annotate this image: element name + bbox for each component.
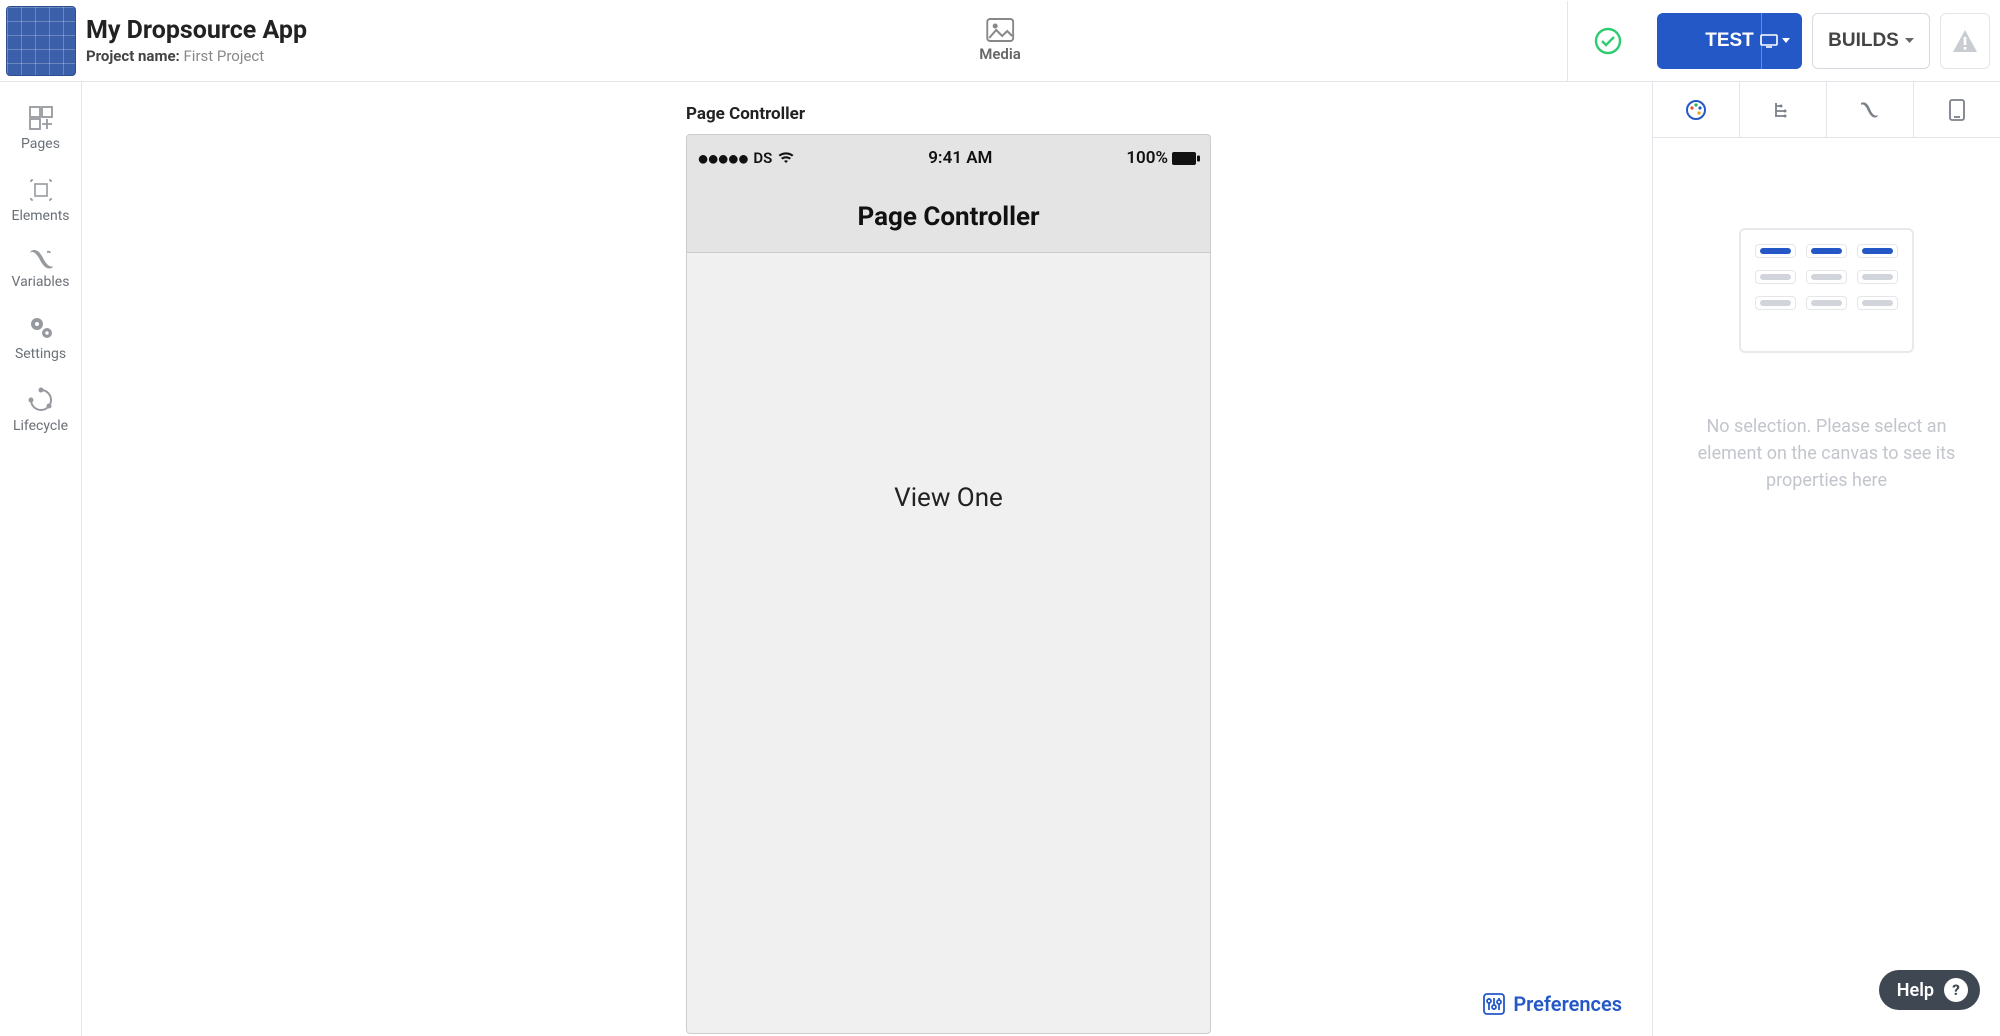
media-label: Media [979,45,1021,63]
sidebar-item-label: Elements [11,208,69,224]
right-panel: No selection. Please select an element o… [1652,82,2000,1036]
canvas[interactable]: Page Controller ●●●●● DS 9:41 AM 100% Pa… [82,82,1652,1036]
caret-down-icon [1905,38,1914,44]
check-circle-icon [1593,26,1623,56]
sidebar-item-label: Pages [21,136,60,152]
preferences-button[interactable]: Preferences [1483,992,1622,1016]
carrier-label: DS [753,149,772,167]
test-label: TEST [1705,30,1754,52]
elements-icon [27,176,55,204]
test-dropdown[interactable] [1760,34,1790,48]
warning-icon [1951,28,1979,54]
tab-variables[interactable] [1827,82,1914,137]
help-label: Help [1897,980,1934,1001]
test-button[interactable]: TEST [1657,13,1802,69]
view-one[interactable]: View One [687,253,1210,513]
navbar-title: Page Controller [857,202,1039,232]
device-frame[interactable]: ●●●●● DS 9:41 AM 100% Page Controller Vi… [686,134,1211,1034]
project-name-label: Project name: [86,47,180,65]
topbar: My Dropsource App Project name: First Pr… [0,0,2000,82]
sidebar-item-label: Variables [12,274,70,290]
sidebar-item-lifecycle[interactable]: Lifecycle [0,374,81,446]
app-title: My Dropsource App [86,16,307,45]
left-sidebar: Pages Elements Variables Settings Lifecy… [0,82,82,1036]
builds-label: BUILDS [1828,30,1899,52]
palette-icon [1685,99,1707,121]
sidebar-item-label: Lifecycle [13,418,68,434]
builds-button[interactable]: BUILDS [1812,13,1930,69]
battery-icon [1172,152,1200,165]
tree-icon [1773,100,1793,120]
variables-icon [27,248,55,270]
preferences-label: Preferences [1513,992,1622,1016]
x-var-icon [1859,101,1881,119]
caret-down-icon [1782,38,1790,44]
tab-device[interactable] [1914,82,2000,137]
phone-icon [1949,99,1965,121]
topbar-right: TEST BUILDS [1567,1,2000,81]
lifecycle-icon [27,386,55,414]
tab-styles[interactable] [1653,82,1740,137]
battery-percent: 100% [1126,148,1168,168]
pages-icon [27,104,55,132]
view-text: View One [894,483,1003,513]
media-button[interactable]: Media [979,18,1021,63]
empty-state-text: No selection. Please select an element o… [1653,413,2000,494]
media-icon [986,18,1014,42]
sidebar-item-pages[interactable]: Pages [0,92,81,164]
app-icon[interactable] [6,6,76,76]
signal-dots-icon: ●●●●● [697,146,747,171]
wifi-icon [778,152,794,164]
right-panel-tabs [1653,82,2000,138]
tab-tree[interactable] [1740,82,1827,137]
device-navbar[interactable]: Page Controller [687,181,1210,253]
settings-icon [27,314,55,342]
sidebar-item-variables[interactable]: Variables [0,236,81,302]
statusbar-time: 9:41 AM [928,148,992,168]
help-button[interactable]: Help ? [1879,970,1980,1010]
sidebar-item-elements[interactable]: Elements [0,164,81,236]
empty-state-illustration [1739,228,1914,353]
device-statusbar: ●●●●● DS 9:41 AM 100% [687,135,1210,181]
question-icon: ? [1944,978,1968,1002]
sliders-icon [1483,993,1505,1015]
warning-button[interactable] [1940,13,1990,69]
project-name-value: First Project [184,47,265,65]
project-line: Project name: First Project [86,47,307,65]
main-area: Pages Elements Variables Settings Lifecy… [0,82,2000,1036]
sidebar-item-settings[interactable]: Settings [0,302,81,374]
page-name-label: Page Controller [686,104,805,124]
sidebar-item-label: Settings [15,346,66,362]
monitor-icon [1760,34,1778,48]
status-indicator[interactable] [1567,1,1647,81]
topbar-left: My Dropsource App Project name: First Pr… [0,6,400,76]
